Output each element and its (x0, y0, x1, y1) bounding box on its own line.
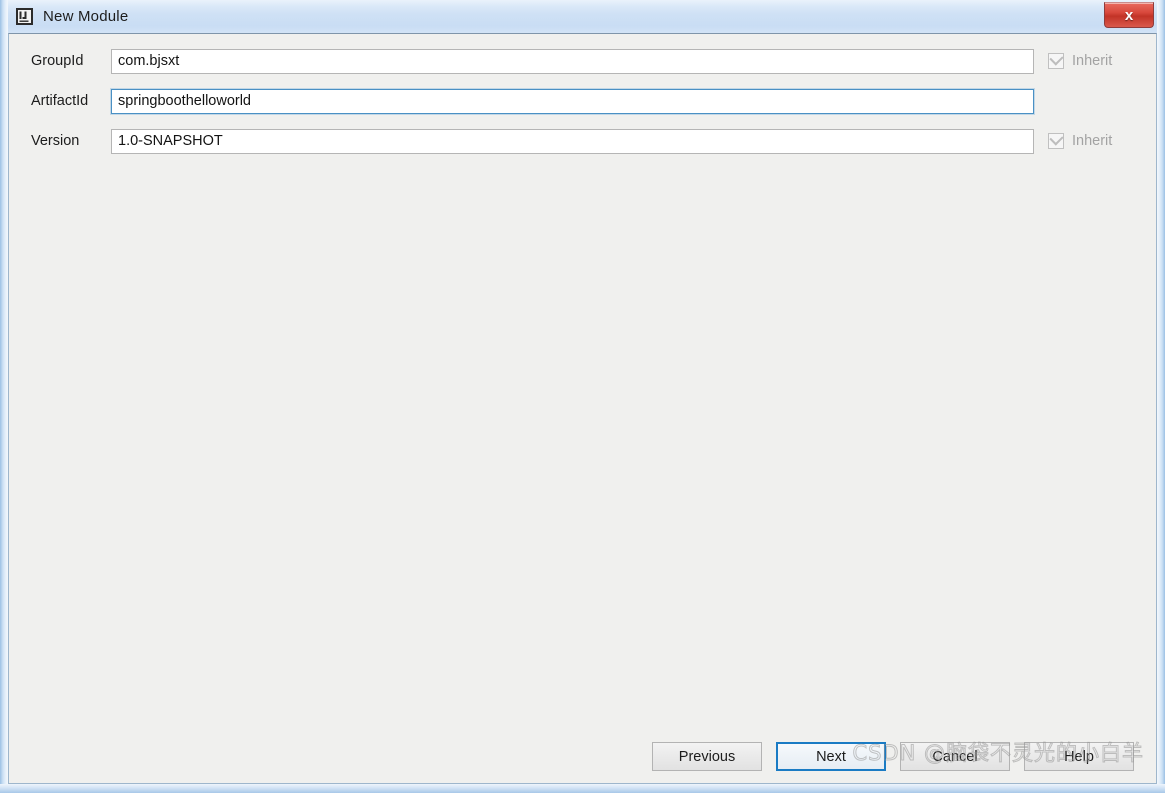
version-inherit-checkbox[interactable] (1048, 131, 1064, 149)
version-label: Version (31, 133, 80, 149)
version-inherit-cell: Inherit (1034, 131, 1144, 149)
groupid-input[interactable] (111, 48, 1034, 74)
check-icon (1049, 131, 1064, 146)
form-row-groupid: GroupId Inherit (9, 48, 1156, 74)
groupid-inherit-cell: Inherit (1034, 51, 1144, 69)
dialog-button-bar: Previous Next Cancel Help (9, 742, 1156, 771)
version-inherit-label: Inherit (1072, 133, 1113, 149)
window-title: New Module (43, 8, 129, 25)
cancel-button[interactable]: Cancel (900, 742, 1010, 771)
new-module-dialog-window: New Module x GroupId Inherit ArtifactId (0, 0, 1165, 793)
form-row-artifactid: ArtifactId (9, 88, 1156, 114)
groupid-inherit-checkbox[interactable] (1048, 51, 1064, 69)
window-frame-bottom-edge (0, 784, 1165, 793)
previous-button[interactable]: Previous (652, 742, 762, 771)
check-icon (1049, 51, 1064, 66)
close-icon: x (1124, 6, 1134, 24)
artifactid-input[interactable] (111, 88, 1034, 114)
help-button[interactable]: Help (1024, 742, 1134, 771)
form-row-version: Version Inherit (9, 128, 1156, 154)
window-frame-left-edge (0, 0, 8, 793)
dialog-client-area: GroupId Inherit ArtifactId Version (8, 33, 1157, 784)
intellij-idea-icon (16, 8, 33, 25)
close-window-button[interactable]: x (1104, 2, 1154, 28)
version-input[interactable] (111, 128, 1034, 154)
artifactid-label: ArtifactId (31, 93, 89, 109)
groupid-label: GroupId (31, 53, 84, 69)
groupid-inherit-label: Inherit (1072, 53, 1113, 69)
window-titlebar[interactable]: New Module x (0, 0, 1165, 33)
next-button[interactable]: Next (776, 742, 886, 771)
maven-coordinates-form: GroupId Inherit ArtifactId Version (9, 34, 1156, 168)
window-frame-right-edge (1157, 0, 1165, 793)
